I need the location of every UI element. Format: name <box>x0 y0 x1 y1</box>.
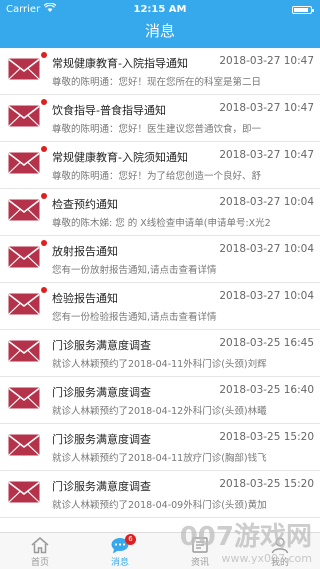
message-row[interactable]: 放射报告通知 2018-03-27 10:04 您有一份放射报告通知,请点击查看详情 <box>0 236 320 283</box>
tab-person[interactable]: 我的 <box>240 533 320 569</box>
message-title: 放射报告通知 <box>52 245 118 258</box>
person-icon <box>270 536 290 554</box>
tab-label: 资讯 <box>190 558 209 568</box>
message-preview: 您有一份放射报告通知,请点击查看详情 <box>52 265 217 276</box>
message-title: 检验报告通知 <box>52 292 118 305</box>
message-row[interactable]: 门诊服务满意度调查 2018-03-25 15:20 就诊人林颖预约了2018-04… <box>0 471 320 518</box>
envelope-icon <box>8 246 40 268</box>
message-preview: 尊敬的陈明通：您好！为了给您创造一个良好、舒 <box>52 171 262 182</box>
message-row[interactable]: 门诊服务满意度调查 2018-03-25 15:20 就诊人林颖预约了2018-04… <box>0 424 320 471</box>
message-date: 2018-03-27 10:04 <box>219 290 314 302</box>
message-preview: 就诊人林颖预约了2018-04-09外科门诊(头颈)黄加 <box>52 500 267 511</box>
battery-icon <box>292 6 314 14</box>
message-title: 检查预约通知 <box>52 198 118 211</box>
message-title: 门诊服务满意度调查 <box>52 433 151 446</box>
envelope-icon <box>8 199 40 221</box>
tab-news[interactable]: 资讯 <box>160 533 240 569</box>
message-preview: 就诊人林颖预约了2018-04-11放疗门诊(胸部)钱飞 <box>52 453 267 464</box>
message-preview: 您有一份检验报告通知,请点击查看详情 <box>52 312 217 323</box>
message-date: 2018-03-25 16:45 <box>219 337 314 349</box>
message-row[interactable]: 检查预约通知 2018-03-27 10:04 尊敬的陈木娣: 您 的 X线检查申请… <box>0 189 320 236</box>
message-preview: 尊敬的陈明通：您好！医生建议您普通饮食，即一 <box>52 124 262 135</box>
message-preview: 尊敬的陈木娣: 您 的 X线检查申请单(申请单号:X光2 <box>52 218 271 229</box>
message-list: 常规健康教育-入院指导通知 2018-03-27 10:47 尊敬的陈明通：您好！现… <box>0 48 320 518</box>
message-title: 饮食指导-普食指导通知 <box>52 104 166 117</box>
message-row[interactable]: 常规健康教育-入院指导通知 2018-03-27 10:47 尊敬的陈明通：您好！现… <box>0 48 320 95</box>
tab-label: 消息 <box>110 558 129 568</box>
message-title: 门诊服务满意度调查 <box>52 480 151 493</box>
envelope-icon <box>8 293 40 315</box>
envelope-icon <box>8 434 40 456</box>
envelope-icon <box>8 58 40 80</box>
message-row[interactable]: 检验报告通知 2018-03-27 10:04 您有一份检验报告通知,请点击查看详情 <box>0 283 320 330</box>
message-date: 2018-03-27 10:47 <box>219 102 314 114</box>
message-title: 常规健康教育-入院指导通知 <box>52 57 188 70</box>
message-row[interactable]: 常规健康教育-入院须知通知 2018-03-27 10:47 尊敬的陈明通：您好！为… <box>0 142 320 189</box>
tab-label: 我的 <box>270 558 289 568</box>
home-icon <box>30 536 50 554</box>
tab-home[interactable]: 首页 <box>0 533 80 569</box>
message-row[interactable]: 饮食指导-普食指导通知 2018-03-27 10:47 尊敬的陈明通：您好！医生建… <box>0 95 320 142</box>
status-bar: Carrier 12:15 AM <box>0 0 320 20</box>
message-preview: 就诊人林颖预约了2018-04-12外科门诊(头颈)林曦 <box>52 406 267 417</box>
status-time: 12:15 AM <box>133 4 187 15</box>
unread-dot <box>41 52 47 58</box>
tab-chat[interactable]: 6 消息 <box>80 533 160 569</box>
message-date: 2018-03-27 10:04 <box>219 243 314 255</box>
unread-dot <box>41 240 47 246</box>
message-date: 2018-03-27 10:47 <box>219 55 314 67</box>
unread-dot <box>41 193 47 199</box>
envelope-icon <box>8 152 40 174</box>
envelope-icon <box>8 105 40 127</box>
news-icon <box>190 536 210 554</box>
message-title: 门诊服务满意度调查 <box>52 386 151 399</box>
message-date: 2018-03-25 15:20 <box>219 478 314 490</box>
envelope-icon <box>8 387 40 409</box>
message-date: 2018-03-27 10:04 <box>219 196 314 208</box>
page-title: 消息 <box>144 22 175 40</box>
unread-dot <box>41 287 47 293</box>
message-date: 2018-03-27 10:47 <box>219 149 314 161</box>
message-date: 2018-03-25 16:40 <box>219 384 314 396</box>
message-row[interactable]: 门诊服务满意度调查 2018-03-25 16:40 就诊人林颖预约了2018-04… <box>0 377 320 424</box>
envelope-icon <box>8 340 40 362</box>
message-preview: 就诊人林颖预约了2018-04-11外科门诊(头颈)刘辉 <box>52 359 267 370</box>
tab-bar: 首页 6 消息 资讯 我的 <box>0 532 320 569</box>
message-title: 常规健康教育-入院须知通知 <box>52 151 188 164</box>
message-date: 2018-03-25 15:20 <box>219 431 314 443</box>
message-preview: 尊敬的陈明通：您好！现在您所在的科室是第二日 <box>52 77 262 88</box>
tab-label: 首页 <box>30 558 49 568</box>
unread-count-badge: 6 <box>125 534 136 545</box>
message-title: 门诊服务满意度调查 <box>52 339 151 352</box>
envelope-icon <box>8 481 40 503</box>
unread-dot <box>41 99 47 105</box>
message-row[interactable]: 门诊服务满意度调查 2018-03-25 16:45 就诊人林颖预约了2018-04… <box>0 330 320 377</box>
unread-dot <box>41 146 47 152</box>
